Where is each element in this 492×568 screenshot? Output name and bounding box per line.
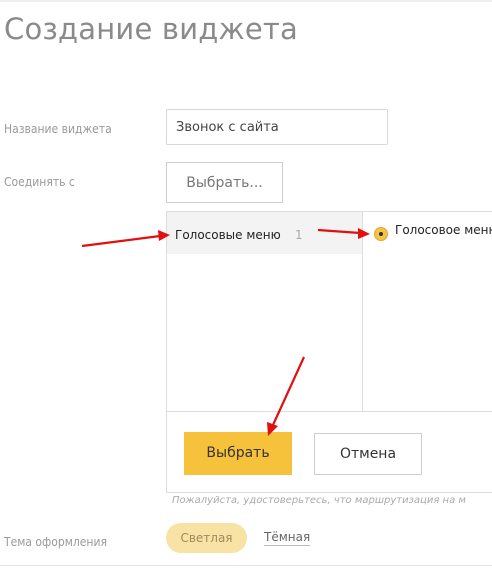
connect-with-label: Соединять с bbox=[4, 175, 75, 189]
theme-dark-option[interactable]: Тёмная bbox=[264, 530, 311, 546]
choose-button[interactable]: Выбрать bbox=[184, 432, 292, 475]
theme-light-option[interactable]: Светлая bbox=[166, 523, 247, 553]
widget-name-input[interactable]: Звонок с сайта bbox=[166, 109, 388, 145]
radio-selected-icon[interactable] bbox=[374, 227, 388, 241]
bottom-divider bbox=[0, 565, 492, 566]
annotation-arrow-1 bbox=[81, 234, 161, 248]
widget-name-label: Название виджета bbox=[4, 122, 112, 136]
category-list: Голосовые меню 1 bbox=[167, 212, 363, 411]
option-label: Голосовое меню bbox=[395, 223, 492, 237]
cancel-button[interactable]: Отмена bbox=[314, 433, 422, 475]
top-divider bbox=[0, 0, 492, 2]
target-picker-panel: Голосовые меню 1 Голосовое меню Выбрать … bbox=[166, 211, 492, 493]
category-label: Голосовые меню bbox=[175, 228, 281, 242]
routing-note: Пожалуйста, удостоверьтесь, что маршрути… bbox=[172, 495, 466, 506]
pick-target-button[interactable]: Выбрать... bbox=[166, 162, 283, 203]
theme-label: Тема оформления bbox=[4, 535, 107, 549]
category-count: 1 bbox=[295, 228, 303, 242]
category-item-voice-menus[interactable]: Голосовые меню 1 bbox=[167, 212, 362, 254]
page-title: Создание виджета bbox=[4, 12, 298, 46]
picker-footer: Выбрать Отмена bbox=[167, 411, 492, 494]
